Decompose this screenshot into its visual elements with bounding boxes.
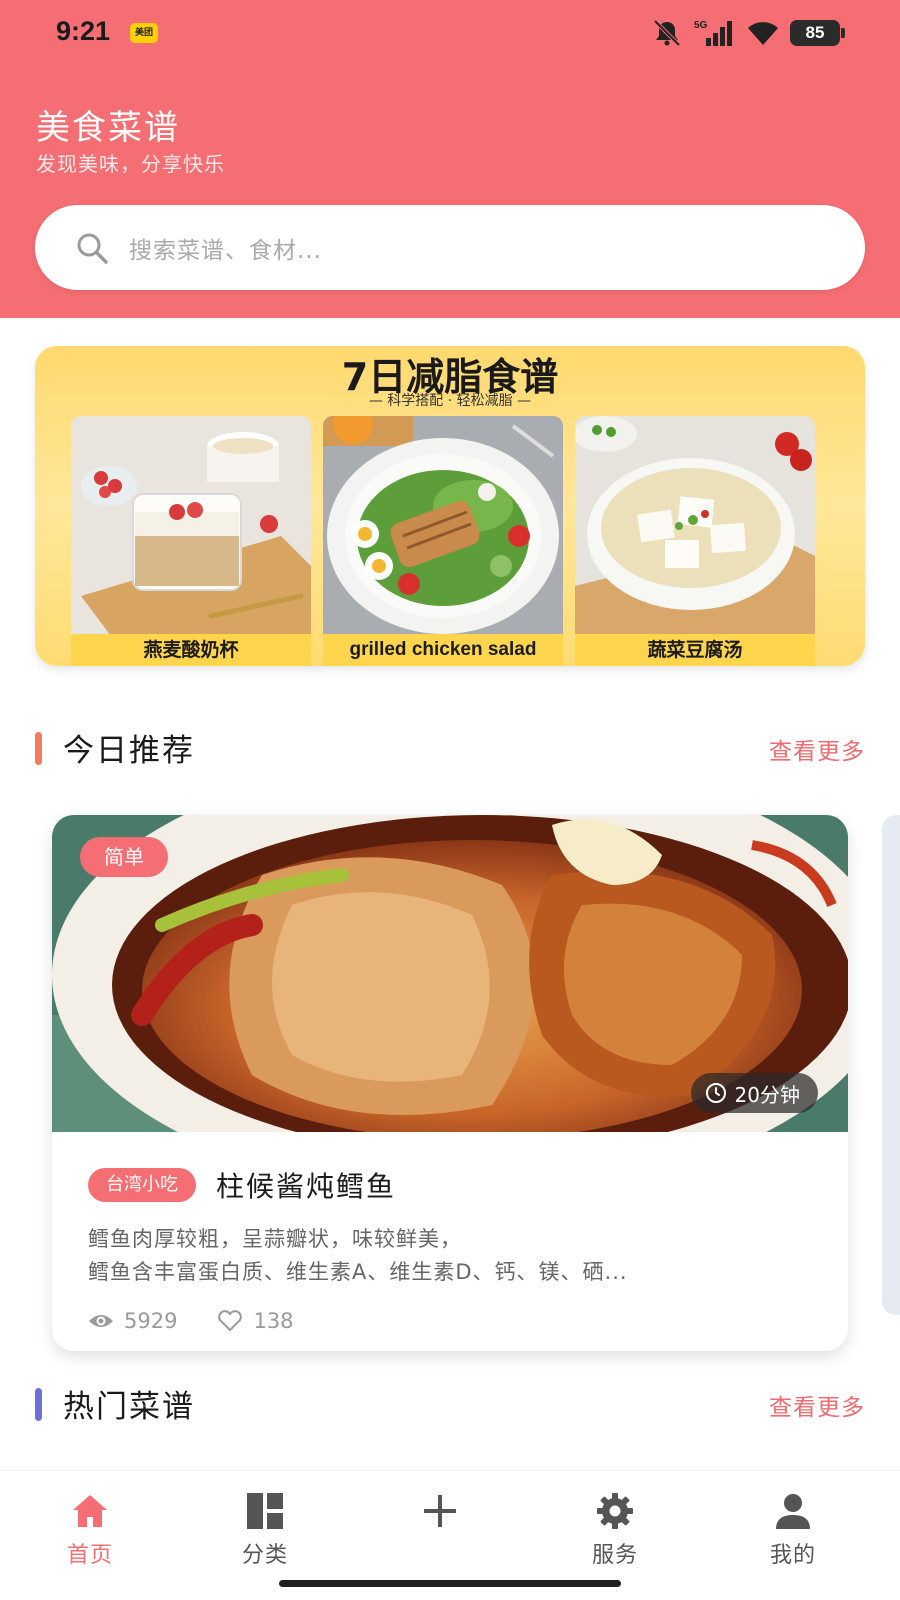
recommend-more-link[interactable]: 查看更多 bbox=[769, 732, 865, 766]
nav-label: 我的 bbox=[769, 1543, 816, 1568]
signal-icon: 5G bbox=[694, 20, 732, 46]
difficulty-badge: 简单 bbox=[80, 837, 168, 877]
nav-label: 分类 bbox=[241, 1543, 288, 1568]
wifi-icon bbox=[748, 22, 778, 45]
popular-more-link[interactable]: 查看更多 bbox=[769, 1388, 865, 1422]
home-icon bbox=[73, 1495, 107, 1527]
section-accent-bar bbox=[35, 732, 42, 765]
status-bar: 9:21 美团 5G 85 bbox=[0, 0, 900, 66]
mute-icon bbox=[653, 19, 681, 47]
section-recommend-header: 今日推荐 查看更多 bbox=[35, 722, 865, 772]
nav-label: 首页 bbox=[66, 1543, 113, 1568]
section-popular-header: 热门菜谱 查看更多 bbox=[35, 1378, 865, 1428]
app-notification-badge: 美团 bbox=[130, 23, 158, 43]
home-indicator[interactable] bbox=[279, 1580, 621, 1587]
nav-item-home[interactable]: 首页 bbox=[30, 1491, 150, 1569]
views-count: 5929 bbox=[124, 1309, 178, 1333]
recipe-title-row: 台湾小吃 柱候酱炖鳕鱼 bbox=[88, 1165, 818, 1205]
recipe-info: 台湾小吃 柱候酱炖鳕鱼 鳕鱼肉厚较粗，呈蒜瓣状，味较鲜美， 鳕鱼含丰富蛋白质、维… bbox=[88, 1165, 818, 1333]
section-title: 热门菜谱 bbox=[63, 1389, 195, 1425]
cook-time-badge: 20分钟 bbox=[690, 1073, 818, 1113]
recipe-title: 柱候酱炖鳕鱼 bbox=[216, 1170, 397, 1203]
app-title: 美食菜谱 bbox=[36, 108, 180, 148]
banner-item-caption: 蔬菜豆腐汤 bbox=[575, 634, 815, 666]
nav-item-service[interactable]: 服务 bbox=[555, 1491, 675, 1569]
nav-item-add[interactable] bbox=[380, 1491, 500, 1537]
header: 9:21 美团 5G 85 美食菜谱 发现美味，分享快乐 搜索菜谱、食材... bbox=[0, 0, 900, 318]
section-title: 今日推荐 bbox=[63, 733, 195, 769]
battery-level: 85 bbox=[790, 20, 845, 46]
network-label: 5G bbox=[694, 20, 708, 31]
user-icon bbox=[776, 1494, 810, 1529]
likes-stat[interactable]: 138 bbox=[217, 1309, 294, 1333]
promo-banner[interactable]: 7日减脂食谱 — 科学搭配 · 轻松减脂 — 燕麦酸奶杯 grilled chi… bbox=[35, 346, 865, 666]
tofu-soup-photo bbox=[575, 416, 815, 636]
views-stat: 5929 bbox=[88, 1309, 177, 1333]
recipe-stats: 5929 138 bbox=[88, 1309, 818, 1333]
cook-time: 20分钟 bbox=[734, 1082, 800, 1107]
region-tag: 台湾小吃 bbox=[88, 1168, 196, 1202]
banner-item-caption: 燕麦酸奶杯 bbox=[71, 634, 311, 666]
recipe-desc-line: 鳕鱼肉厚较粗，呈蒜瓣状，味较鲜美， bbox=[88, 1227, 462, 1251]
clock-icon bbox=[705, 1083, 726, 1103]
recipe-description: 鳕鱼肉厚较粗，呈蒜瓣状，味较鲜美， 鳕鱼含丰富蛋白质、维生素A、维生素D、钙、镁… bbox=[88, 1223, 818, 1289]
section-accent-bar bbox=[35, 1388, 42, 1421]
banner-item-tofu-soup[interactable]: 蔬菜豆腐汤 bbox=[575, 416, 815, 666]
plus-icon bbox=[424, 1495, 456, 1527]
search-bar[interactable]: 搜索菜谱、食材... bbox=[35, 205, 865, 290]
next-recipe-card-peek[interactable] bbox=[882, 815, 900, 1315]
category-icon bbox=[247, 1493, 283, 1529]
status-time: 9:21 bbox=[56, 16, 111, 46]
nav-item-category[interactable]: 分类 bbox=[205, 1491, 325, 1569]
banner-item-caption: grilled chicken salad bbox=[323, 634, 563, 666]
gear-icon bbox=[597, 1493, 633, 1529]
recipe-card[interactable]: 简单 20分钟 台湾小吃 柱候酱炖鳕鱼 鳕鱼肉厚较粗，呈蒜瓣状，味较鲜美， 鳕鱼… bbox=[52, 815, 848, 1351]
app-subtitle: 发现美味，分享快乐 bbox=[36, 152, 225, 176]
banner-item-chicken-salad[interactable]: grilled chicken salad bbox=[323, 416, 563, 666]
recipe-desc-line: 鳕鱼含丰富蛋白质、维生素A、维生素D、钙、镁、硒... bbox=[88, 1260, 628, 1284]
likes-count: 138 bbox=[253, 1309, 294, 1333]
status-icons: 5G 85 bbox=[652, 18, 845, 48]
search-icon bbox=[77, 233, 108, 264]
nav-label: 服务 bbox=[591, 1543, 638, 1568]
nav-item-profile[interactable]: 我的 bbox=[733, 1491, 853, 1569]
eye-icon bbox=[89, 1315, 113, 1327]
banner-subtitle: — 科学搭配 · 轻松减脂 — bbox=[368, 393, 532, 409]
oat-yogurt-photo bbox=[71, 416, 311, 636]
search-input[interactable]: 搜索菜谱、食材... bbox=[129, 231, 322, 265]
chicken-salad-photo bbox=[323, 416, 563, 636]
banner-item-oat-yogurt[interactable]: 燕麦酸奶杯 bbox=[71, 416, 311, 666]
heart-icon[interactable] bbox=[217, 1310, 243, 1332]
